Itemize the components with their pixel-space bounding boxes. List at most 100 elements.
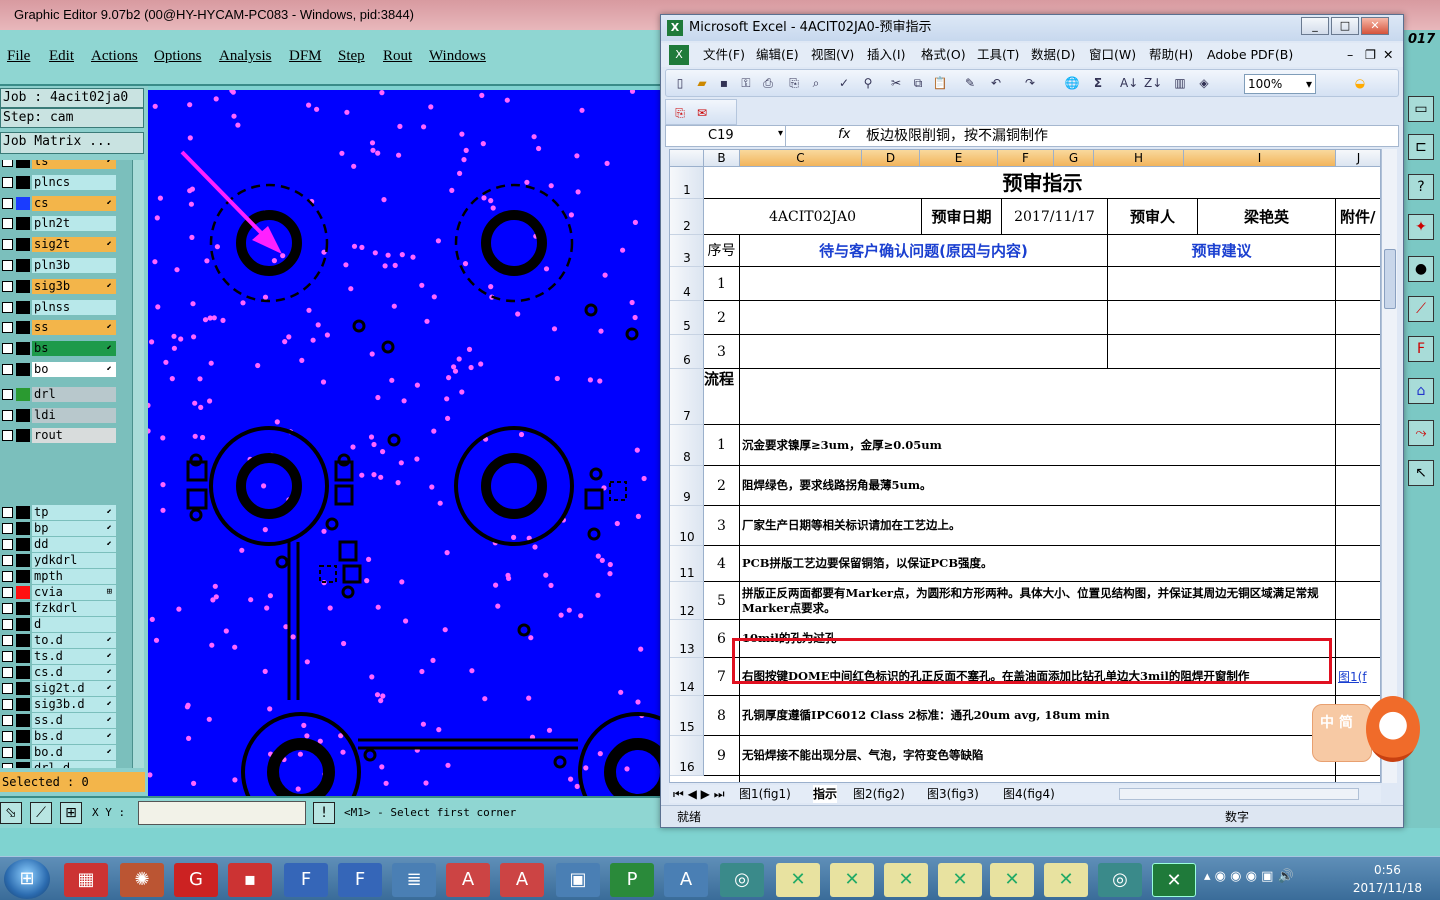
item-attachment-link[interactable] (1336, 425, 1380, 466)
layer-row[interactable]: tp ⬋ (0, 505, 118, 520)
row-header[interactable]: 10 (670, 506, 704, 546)
pdf-app-icon[interactable]: A (446, 863, 490, 897)
layer-checkbox[interactable] (2, 651, 13, 662)
item-number-cell[interactable]: 8 (704, 696, 740, 736)
layer-name[interactable]: pln2t (32, 216, 116, 232)
layer-checkbox[interactable] (2, 218, 13, 230)
photo-app-icon[interactable]: ▣ (556, 863, 600, 897)
row-header[interactable]: 3 (670, 235, 704, 267)
undo-icon[interactable]: ↶ (988, 75, 1004, 91)
layer-checkbox[interactable] (2, 619, 13, 630)
layer-row[interactable]: bp ⬋ (0, 521, 118, 536)
tool-icon-6[interactable]: ⟋ (1408, 296, 1434, 322)
layer-color-swatch[interactable] (16, 522, 30, 535)
print-preview-icon[interactable]: ⎘ (786, 75, 802, 91)
layer-name[interactable]: ts.d ⬋ (32, 649, 116, 664)
layer-name[interactable]: d (32, 617, 116, 632)
research-icon[interactable]: ⚲ (860, 75, 876, 91)
item-text-cell[interactable]: 无铅焊接不能出现分层、气泡，字符变色等缺陷 (740, 736, 1336, 776)
excel-task-3[interactable]: ✕ (884, 863, 928, 897)
save-app-icon[interactable]: ▪ (228, 863, 272, 897)
layer-color-swatch[interactable] (16, 730, 30, 743)
worksheet-grid[interactable]: B C D E F G H I J 1 2 3 4 5 6 7 8 9 10 11 12 13 14 15 1… (669, 149, 1381, 783)
row-header[interactable]: 15 (670, 696, 704, 736)
row-header[interactable]: 9 (670, 466, 704, 506)
layer-color-swatch[interactable] (16, 698, 30, 711)
sort-asc-icon[interactable]: A↓ (1120, 75, 1138, 91)
sheet-tab-fig1[interactable]: 图1(fig1) (739, 785, 791, 803)
layer-name[interactable]: tp ⬋ (32, 505, 116, 520)
layer-checkbox[interactable] (2, 430, 13, 442)
layer-color-swatch[interactable] (16, 554, 30, 567)
layer-name[interactable]: pln3b (32, 258, 116, 273)
excel-task-6[interactable]: ✕ (1044, 863, 1088, 897)
select-all[interactable] (670, 150, 704, 167)
layer-row[interactable]: to.d ⬋ (0, 633, 118, 648)
layer-row[interactable]: cs ⬋ (0, 195, 118, 211)
layer-name[interactable]: cs.d ⬋ (32, 665, 116, 680)
layer-checkbox[interactable] (2, 301, 13, 313)
tool-icon-2[interactable]: ⊏ (1408, 134, 1434, 160)
layer-checkbox[interactable] (2, 587, 13, 598)
layer-row[interactable]: ss ⬋ (0, 320, 118, 336)
item-text-cell[interactable]: 厂家生产日期等相关标识请加在工艺边上。 (740, 506, 1336, 546)
col-header-e[interactable]: E (920, 150, 998, 167)
p-app-icon[interactable]: P (610, 863, 654, 897)
print-icon[interactable]: ⎙ (760, 75, 776, 91)
clock[interactable]: 0:56 2017/11/18 (1353, 861, 1422, 897)
row-header[interactable]: 4 (670, 267, 704, 301)
layer-row[interactable]: bo.d ⬋ (0, 745, 118, 760)
row-header[interactable]: 7 (670, 369, 704, 425)
layer-checkbox[interactable] (2, 409, 13, 421)
row-header[interactable]: 13 (670, 620, 704, 658)
col-header-f[interactable]: F (998, 150, 1054, 167)
item-attachment-link[interactable] (1336, 466, 1380, 506)
layer-color-swatch[interactable] (16, 746, 30, 759)
genesis-task-icon[interactable]: ◎ (1098, 863, 1142, 897)
layer-color-swatch[interactable] (16, 538, 30, 551)
menu-edit[interactable]: Edit (49, 48, 74, 65)
layer-checkbox[interactable] (2, 731, 13, 742)
layer-row[interactable]: ts ⬋ (0, 160, 118, 169)
doc-close-icon[interactable]: ✕ (1383, 43, 1393, 67)
layer-name[interactable]: sig3b.d ⬋ (32, 697, 116, 712)
layer-row[interactable]: sig3b ⬋ (0, 278, 118, 294)
layer-checkbox[interactable] (2, 239, 13, 251)
layer-checkbox[interactable] (2, 667, 13, 678)
layer-name[interactable]: drl.d (32, 761, 116, 768)
item-text-cell[interactable]: 阻焊绿色，要求线路拐角最薄5um。 (740, 466, 1336, 506)
issue-header-cell[interactable]: 待与客户确认问题(原因与内容) (740, 235, 1108, 267)
menu-options[interactable]: Options (154, 48, 202, 65)
blank-advice-cell[interactable] (1108, 335, 1336, 369)
layer-color-swatch[interactable] (16, 408, 30, 422)
col-header-i[interactable]: I (1184, 150, 1336, 167)
seq-header-cell[interactable]: 序号 (704, 235, 740, 267)
row-header[interactable]: 1 (670, 167, 704, 199)
layer-color-swatch[interactable] (16, 279, 30, 293)
layer-row[interactable]: sig2t ⬋ (0, 237, 118, 253)
layer-checkbox[interactable] (2, 603, 13, 614)
f-app-icon-2[interactable]: F (338, 863, 382, 897)
attachment-header-cell[interactable] (1336, 235, 1380, 267)
layer-color-swatch[interactable] (16, 634, 30, 647)
grid-button[interactable]: ⊞ (60, 802, 82, 824)
layer-name[interactable]: ss.d ⬋ (32, 713, 116, 728)
f-app-icon[interactable]: F (284, 863, 328, 897)
blank-row-num[interactable]: 2 (704, 301, 740, 335)
alert-button[interactable]: ! (313, 802, 335, 824)
tool-icon-10[interactable]: ↖ (1408, 460, 1434, 486)
fill-color-icon[interactable]: ◒ (1352, 75, 1368, 91)
layer-row[interactable]: rout (0, 428, 118, 444)
row-header[interactable]: 16 (670, 736, 704, 776)
layer-checkbox[interactable] (2, 715, 13, 726)
row-header[interactable]: 14 (670, 658, 704, 696)
layer-checkbox[interactable] (2, 539, 13, 550)
layer-color-swatch[interactable] (16, 714, 30, 727)
excel-task-2[interactable]: ✕ (830, 863, 874, 897)
g-app-icon[interactable]: G (174, 863, 218, 897)
pdf-app-icon-2[interactable]: A (500, 863, 544, 897)
tab-nav-arrows[interactable]: ⏮ ◀ ▶ ⏭ (673, 785, 725, 803)
layer-name[interactable]: bs ⬋ (32, 341, 116, 357)
item-number-cell[interactable]: 1 (704, 425, 740, 466)
excel-vertical-scrollbar[interactable] (1381, 149, 1397, 783)
